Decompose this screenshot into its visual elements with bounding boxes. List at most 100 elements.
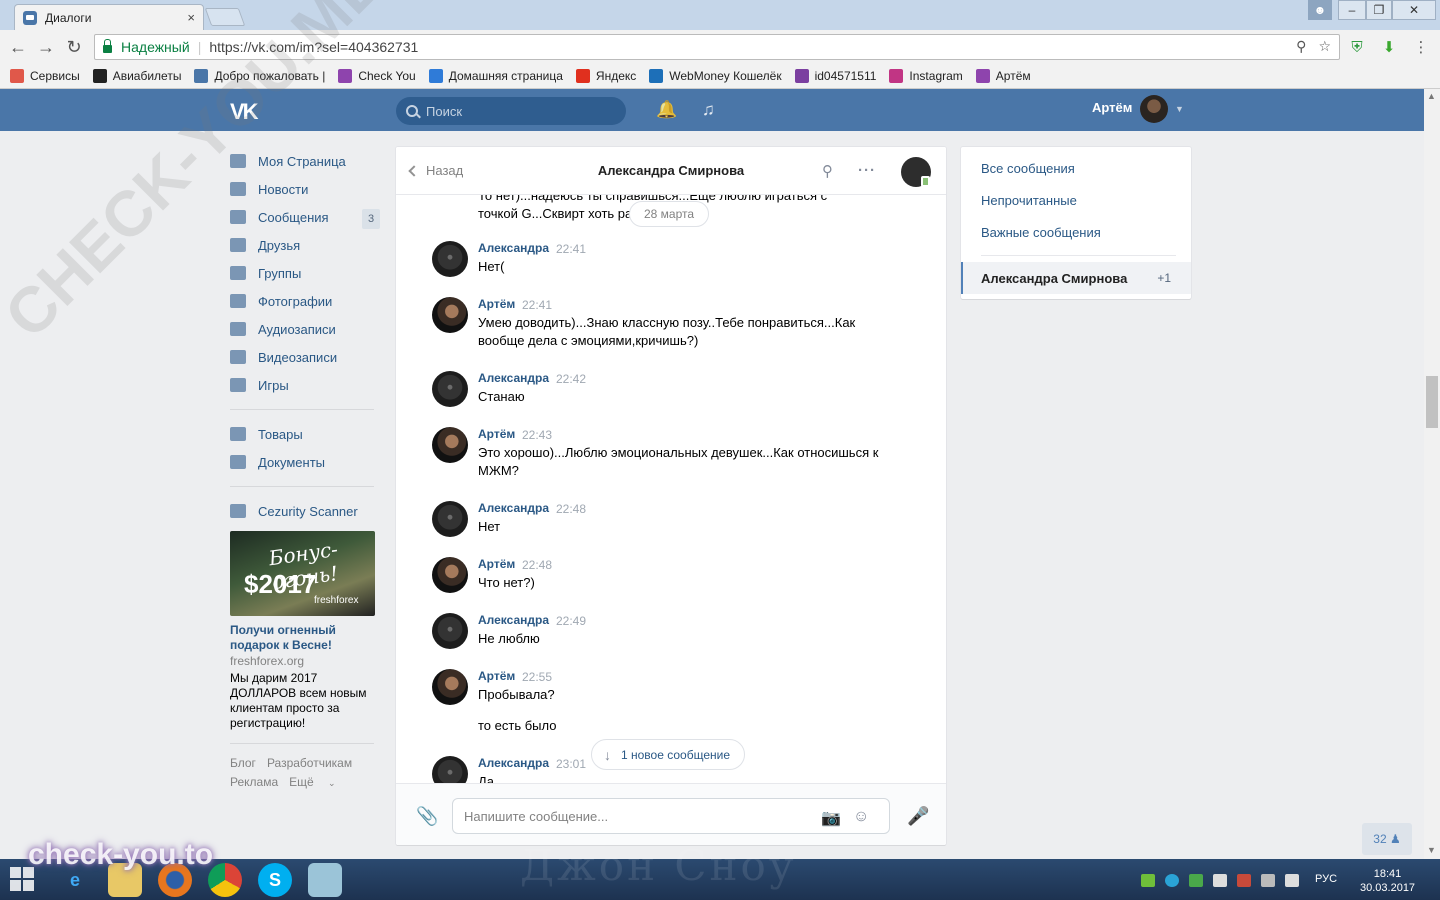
camera-icon[interactable]: 📷 [821, 808, 841, 828]
bookmark-item[interactable]: Артём [975, 69, 1031, 83]
sidebar-item[interactable]: Видеозаписи [230, 343, 380, 371]
sidebar-item[interactable]: Аудиозаписи [230, 315, 380, 343]
header-user-name[interactable]: Артём [1092, 100, 1132, 115]
sidebar-item[interactable]: Моя Страница [230, 147, 380, 175]
scrollbar-thumb[interactable] [1426, 376, 1438, 428]
sidebar-item[interactable]: Игры [230, 371, 380, 399]
search-input[interactable]: Поиск [396, 97, 626, 125]
key-icon[interactable]: ⚲ [1296, 38, 1306, 55]
bookmark-item[interactable]: Авиабилеты [92, 69, 181, 83]
message-author[interactable]: Александра [478, 613, 549, 627]
shield-extension-icon[interactable]: ⛨ [1348, 38, 1366, 56]
sidebar-item[interactable]: Cezurity Scanner [230, 497, 380, 525]
file-explorer-icon[interactable] [108, 863, 142, 897]
bookmark-star-icon[interactable]: ☆ [1318, 38, 1331, 55]
sidebar-item[interactable]: Друзья [230, 231, 380, 259]
back-arrow-icon[interactable]: ← [8, 37, 28, 57]
message-author[interactable]: Александра [478, 241, 549, 255]
firefox-icon[interactable] [158, 863, 192, 897]
download-extension-icon[interactable]: ⬇ [1380, 38, 1398, 56]
message-author[interactable]: Артём [478, 427, 515, 441]
bookmark-item[interactable]: id04571511 [794, 69, 876, 83]
language-indicator[interactable]: РУС [1315, 873, 1337, 885]
message-author[interactable]: Александра [478, 756, 549, 770]
message-author[interactable]: Артём [478, 669, 515, 683]
tray-tool-icon[interactable] [1237, 874, 1251, 887]
message-author[interactable]: Артём [478, 297, 515, 311]
tray-app-icon[interactable] [1141, 874, 1155, 887]
notepad-icon[interactable] [308, 863, 342, 897]
filter-unread[interactable]: Непрочитанные [981, 193, 1077, 208]
close-window-button[interactable]: ✕ [1392, 0, 1436, 20]
emoji-icon[interactable]: ☺ [853, 808, 869, 826]
bookmark-item[interactable]: Instagram [889, 69, 963, 83]
sidebar-item[interactable]: Новости [230, 175, 380, 203]
online-friends-widget[interactable]: 32 ♟ [1362, 823, 1412, 855]
internet-explorer-icon[interactable]: e [58, 863, 92, 897]
active-conversation-item[interactable]: Александра Смирнова +1 [961, 262, 1191, 294]
sidebar-item[interactable]: Сообщения 3 [230, 203, 380, 231]
scroll-up-icon[interactable]: ▲ [1427, 91, 1436, 101]
windows-start-icon[interactable] [10, 867, 36, 893]
clock[interactable]: 18:41 30.03.2017 [1360, 867, 1415, 895]
message-avatar[interactable] [432, 297, 468, 333]
ad-headline[interactable]: Получи огненный подарок к Весне! [230, 623, 380, 653]
minimize-button[interactable]: – [1338, 0, 1366, 20]
new-tab-button[interactable] [204, 8, 246, 26]
message-author[interactable]: Александра [478, 371, 549, 385]
paperclip-icon[interactable]: 📎 [416, 806, 438, 827]
bookmark-item[interactable]: WebMoney Кошелёк [649, 69, 782, 83]
message-avatar[interactable] [432, 371, 468, 407]
message-avatar[interactable] [432, 613, 468, 649]
message-avatar[interactable] [432, 557, 468, 593]
tab-close-icon[interactable]: × [187, 10, 195, 25]
tray-skype-icon[interactable] [1165, 874, 1179, 887]
menu-dots-icon[interactable]: ⋮ [1412, 38, 1430, 56]
footer-link-more[interactable]: Ещё ⌄ [289, 775, 346, 789]
sidebar-item[interactable]: Фотографии [230, 287, 380, 315]
url-text[interactable]: https://vk.com/im?sel=404362731 [209, 39, 418, 55]
skype-icon[interactable]: S [258, 863, 292, 897]
maximize-button[interactable]: ❐ [1366, 0, 1392, 20]
browser-tab[interactable]: Диалоги × [14, 4, 204, 30]
network-icon[interactable] [1261, 874, 1275, 887]
tray-dropbox-icon[interactable] [1189, 874, 1203, 887]
ad-image[interactable]: Бонус-огонь! $2017 freshforex [230, 531, 375, 616]
header-avatar[interactable] [1140, 95, 1168, 123]
chevron-down-icon[interactable]: ▼ [1175, 104, 1184, 114]
message-author[interactable]: Александра [478, 501, 549, 515]
sidebar-item[interactable]: Товары [230, 420, 380, 448]
filter-all-messages[interactable]: Все сообщения [981, 161, 1075, 176]
bell-icon[interactable]: 🔔 [656, 100, 677, 120]
bookmark-item[interactable]: Добро пожаловать | [194, 69, 325, 83]
message-avatar[interactable] [432, 669, 468, 705]
bookmark-item[interactable]: Домашняя страница [428, 69, 563, 83]
forward-arrow-icon[interactable]: → [36, 37, 56, 57]
message-avatar[interactable] [432, 241, 468, 277]
sidebar-item[interactable]: Документы [230, 448, 380, 476]
page-scrollbar[interactable]: ▲ ▼ [1424, 89, 1440, 859]
chrome-icon[interactable] [208, 863, 242, 897]
search-icon[interactable]: ⚲ [822, 162, 833, 180]
reload-icon[interactable]: ↻ [64, 37, 84, 57]
bookmark-item[interactable]: Яндекс [575, 69, 636, 83]
message-author[interactable]: Артём [478, 557, 515, 571]
footer-link[interactable]: Блог [230, 756, 256, 770]
address-bar[interactable]: Надежный | https://vk.com/im?sel=4043627… [94, 34, 1340, 60]
volume-icon[interactable] [1285, 874, 1299, 887]
vk-logo[interactable]: VK [230, 99, 264, 124]
new-message-button[interactable]: ↓ 1 новое сообщение [591, 739, 746, 770]
sidebar-item[interactable]: Группы [230, 259, 380, 287]
filter-important[interactable]: Важные сообщения [981, 225, 1101, 240]
message-avatar[interactable] [432, 427, 468, 463]
microphone-icon[interactable]: 🎤 [907, 806, 929, 827]
footer-link[interactable]: Разработчикам [267, 756, 352, 770]
scroll-down-icon[interactable]: ▼ [1427, 845, 1436, 855]
bookmark-item[interactable]: Сервисы [10, 69, 80, 83]
bookmark-item[interactable]: Check You [338, 69, 416, 83]
music-icon[interactable]: ♫ [702, 100, 715, 120]
footer-link[interactable]: Реклама [230, 775, 278, 789]
message-avatar[interactable] [432, 501, 468, 537]
more-dots-icon[interactable]: ··· [858, 162, 876, 179]
profile-icon[interactable]: ☻ [1308, 0, 1332, 20]
